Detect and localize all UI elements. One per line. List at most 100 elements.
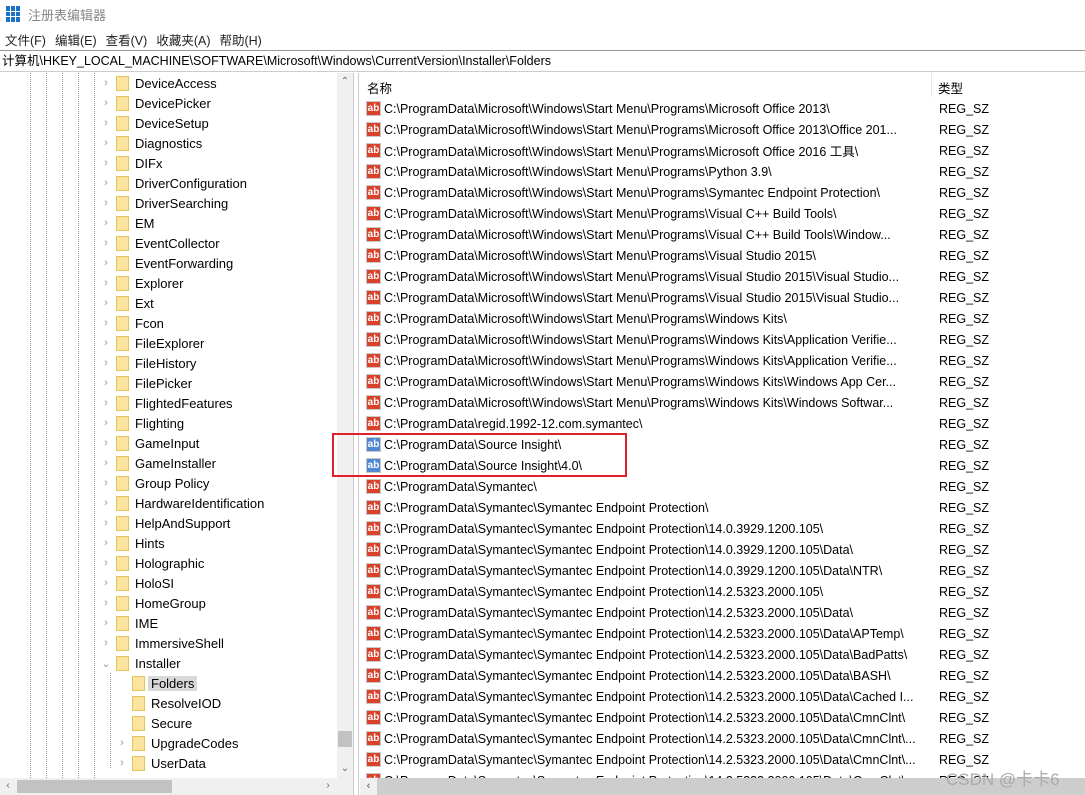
menu-view[interactable]: 查看(V) bbox=[106, 30, 148, 49]
scroll-left-icon[interactable]: ‹ bbox=[360, 778, 377, 795]
tree-horizontal-scrollbar[interactable]: ‹ › bbox=[0, 778, 353, 795]
tree-item[interactable]: › Explorer bbox=[100, 273, 183, 293]
chevron-right-icon[interactable]: › bbox=[100, 437, 112, 449]
value-row[interactable]: ab C:\ProgramData\Microsoft\Windows\Start… bbox=[360, 245, 1085, 266]
value-row[interactable]: ab C:\ProgramData\Microsoft\Windows\Start… bbox=[360, 140, 1085, 161]
chevron-right-icon[interactable]: › bbox=[100, 157, 112, 169]
chevron-right-icon[interactable]: › bbox=[100, 417, 112, 429]
tree-item[interactable]: ResolveIOD bbox=[116, 693, 221, 713]
chevron-right-icon[interactable]: › bbox=[100, 557, 112, 569]
chevron-right-icon[interactable]: › bbox=[100, 517, 112, 529]
value-row[interactable]: abC:\ProgramData\Symantec\Symantec Endpo… bbox=[360, 560, 1085, 581]
chevron-right-icon[interactable]: › bbox=[100, 237, 112, 249]
value-row[interactable]: abC:\ProgramData\Symantec\Symantec Endpo… bbox=[360, 623, 1085, 644]
tree-item[interactable]: › GameInstaller bbox=[100, 453, 216, 473]
value-row[interactable]: abC:\ProgramData\Symantec\Symantec Endpo… bbox=[360, 602, 1085, 623]
chevron-right-icon[interactable]: › bbox=[100, 477, 112, 489]
tree-item[interactable]: › HelpAndSupport bbox=[100, 513, 230, 533]
tree-item[interactable]: › HoloSI bbox=[100, 573, 174, 593]
value-row[interactable]: ab C:\ProgramData\Microsoft\Windows\Start… bbox=[360, 287, 1085, 308]
chevron-right-icon[interactable]: › bbox=[100, 77, 112, 89]
chevron-right-icon[interactable]: › bbox=[100, 337, 112, 349]
menu-help[interactable]: 帮助(H) bbox=[219, 30, 261, 49]
tree-item[interactable]: › UpgradeCodes bbox=[116, 733, 238, 753]
menu-file[interactable]: 文件(F) bbox=[5, 30, 46, 49]
value-row[interactable]: abC:\ProgramData\Symantec\Symantec Endpo… bbox=[360, 665, 1085, 686]
tree-item[interactable]: › ImmersiveShell bbox=[100, 633, 224, 653]
tree-vertical-scrollbar[interactable]: ⌃ ⌄ bbox=[337, 73, 353, 778]
menu-favorites[interactable]: 收藏夹(A) bbox=[156, 30, 210, 49]
value-row[interactable]: ab C:\ProgramData\Microsoft\Windows\Start… bbox=[360, 350, 1085, 371]
value-row[interactable]: abC:\ProgramData\Symantec\Symantec Endpo… bbox=[360, 707, 1085, 728]
scroll-thumb[interactable] bbox=[17, 780, 172, 793]
column-header-name[interactable]: 名称 bbox=[367, 78, 392, 97]
scroll-up-icon[interactable]: ⌃ bbox=[337, 76, 353, 87]
column-header-type[interactable]: 类型 bbox=[938, 78, 963, 97]
value-row[interactable]: ab C:\ProgramData\regid.1992-12.com.syman… bbox=[360, 413, 1085, 434]
chevron-right-icon[interactable]: › bbox=[100, 577, 112, 589]
tree-item[interactable]: › Hints bbox=[100, 533, 165, 553]
tree-item[interactable]: › DriverConfiguration bbox=[100, 173, 247, 193]
chevron-right-icon[interactable]: › bbox=[100, 177, 112, 189]
value-row[interactable]: ab C:\ProgramData\Microsoft\Windows\Start… bbox=[360, 98, 1085, 119]
tree-item[interactable]: › GameInput bbox=[100, 433, 199, 453]
chevron-right-icon[interactable]: › bbox=[100, 297, 112, 309]
tree-item[interactable]: › Fcon bbox=[100, 313, 164, 333]
tree-item[interactable]: › HardwareIdentification bbox=[100, 493, 264, 513]
scroll-down-icon[interactable]: ⌄ bbox=[337, 763, 353, 774]
tree-item[interactable]: › Holographic bbox=[100, 553, 204, 573]
value-row[interactable]: abC:\ProgramData\Symantec\Symantec Endpo… bbox=[360, 539, 1085, 560]
chevron-right-icon[interactable]: › bbox=[100, 357, 112, 369]
chevron-right-icon[interactable]: › bbox=[100, 457, 112, 469]
tree-item[interactable]: › DriverSearching bbox=[100, 193, 228, 213]
scroll-right-icon[interactable]: › bbox=[320, 780, 336, 791]
chevron-right-icon[interactable]: › bbox=[100, 217, 112, 229]
chevron-right-icon[interactable]: › bbox=[100, 497, 112, 509]
tree-item[interactable]: › EM bbox=[100, 213, 155, 233]
chevron-right-icon[interactable]: › bbox=[100, 117, 112, 129]
tree-item[interactable]: › Diagnostics bbox=[100, 133, 202, 153]
tree-item[interactable]: Secure bbox=[116, 713, 192, 733]
tree-item[interactable]: › DeviceAccess bbox=[100, 73, 217, 93]
value-row[interactable]: ab C:\ProgramData\Microsoft\Windows\Start… bbox=[360, 329, 1085, 350]
tree-item[interactable]: › FilePicker bbox=[100, 373, 192, 393]
value-row[interactable]: ab C:\ProgramData\Microsoft\Windows\Start… bbox=[360, 161, 1085, 182]
chevron-right-icon[interactable]: › bbox=[100, 97, 112, 109]
tree-item[interactable]: › Group Policy bbox=[100, 473, 209, 493]
value-row[interactable]: ab C:\ProgramData\Symantec\ REG_SZ bbox=[360, 476, 1085, 497]
value-row[interactable]: ab C:\ProgramData\Microsoft\Windows\Start… bbox=[360, 308, 1085, 329]
tree-item[interactable]: › HomeGroup bbox=[100, 593, 206, 613]
value-row[interactable]: abC:\ProgramData\Symantec\Symantec Endpo… bbox=[360, 497, 1085, 518]
chevron-right-icon[interactable]: › bbox=[100, 617, 112, 629]
value-row[interactable]: ab C:\ProgramData\Microsoft\Windows\Start… bbox=[360, 119, 1085, 140]
tree-item[interactable]: › DevicePicker bbox=[100, 93, 211, 113]
chevron-right-icon[interactable]: › bbox=[116, 757, 128, 769]
column-divider[interactable] bbox=[931, 73, 932, 97]
value-row[interactable]: ab C:\ProgramData\Microsoft\Windows\Start… bbox=[360, 224, 1085, 245]
value-row[interactable]: abC:\ProgramData\Symantec\Symantec Endpo… bbox=[360, 518, 1085, 539]
value-row[interactable]: abC:\ProgramData\Symantec\Symantec Endpo… bbox=[360, 686, 1085, 707]
value-row[interactable]: abC:\ProgramData\Symantec\Symantec Endpo… bbox=[360, 644, 1085, 665]
tree-item[interactable]: › EventCollector bbox=[100, 233, 220, 253]
tree-item[interactable]: › FlightedFeatures bbox=[100, 393, 233, 413]
chevron-right-icon[interactable]: › bbox=[100, 397, 112, 409]
chevron-right-icon[interactable]: › bbox=[116, 737, 128, 749]
tree-item[interactable]: › FileHistory bbox=[100, 353, 196, 373]
chevron-right-icon[interactable]: › bbox=[100, 597, 112, 609]
tree-item[interactable]: ⌄ Installer bbox=[100, 653, 181, 673]
tree-item[interactable]: › UserData bbox=[116, 753, 206, 773]
chevron-right-icon[interactable]: › bbox=[100, 257, 112, 269]
tree-item[interactable]: › DeviceSetup bbox=[100, 113, 209, 133]
tree-item[interactable]: › EventForwarding bbox=[100, 253, 233, 273]
value-row[interactable]: abC:\ProgramData\Symantec\Symantec Endpo… bbox=[360, 728, 1085, 749]
value-row[interactable]: abC:\ProgramData\Symantec\Symantec Endpo… bbox=[360, 581, 1085, 602]
chevron-right-icon[interactable]: › bbox=[100, 197, 112, 209]
value-row[interactable]: ab C:\ProgramData\Microsoft\Windows\Start… bbox=[360, 266, 1085, 287]
chevron-right-icon[interactable]: › bbox=[100, 377, 112, 389]
chevron-right-icon[interactable]: › bbox=[100, 317, 112, 329]
tree-item[interactable]: › FileExplorer bbox=[100, 333, 204, 353]
scroll-left-icon[interactable]: ‹ bbox=[0, 780, 16, 791]
scroll-thumb[interactable] bbox=[338, 731, 352, 747]
chevron-right-icon[interactable]: › bbox=[100, 137, 112, 149]
value-row[interactable]: ab C:\ProgramData\Microsoft\Windows\Start… bbox=[360, 392, 1085, 413]
